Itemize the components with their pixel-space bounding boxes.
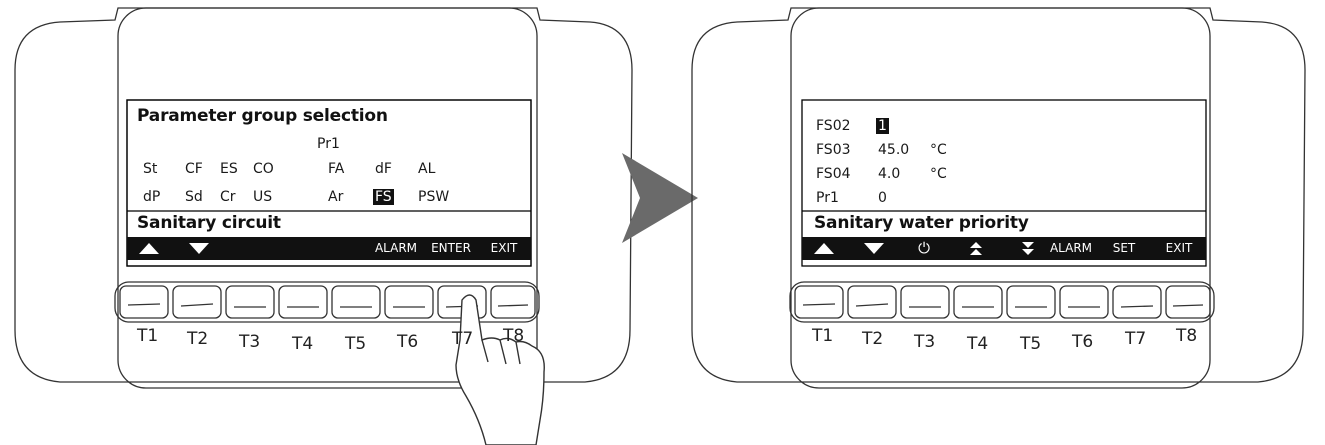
softkey-enter: ENTER — [431, 241, 471, 255]
softkey-set: SET — [1112, 241, 1136, 255]
down-arrow-icon — [189, 243, 209, 254]
key-label-t3: T3 — [914, 332, 936, 352]
left-current-group: Pr1 — [317, 136, 340, 152]
group-item[interactable]: CO — [253, 161, 274, 177]
key-label-t7: T7 — [1125, 329, 1147, 349]
key-label-t1: T1 — [812, 326, 834, 346]
param-value[interactable]: 45.0 — [878, 142, 909, 158]
key-label-t3: T3 — [239, 332, 261, 352]
key-label-t6: T6 — [1072, 332, 1094, 352]
group-item[interactable]: AL — [418, 161, 435, 177]
param-value[interactable]: 4.0 — [878, 166, 900, 182]
key-label-t4: T4 — [292, 334, 314, 354]
key-label-t6: T6 — [397, 332, 419, 352]
param-value[interactable]: 0 — [878, 190, 887, 206]
double-up-icon — [964, 237, 988, 260]
group-item[interactable]: FA — [328, 161, 344, 177]
param-code: Pr1 — [816, 190, 839, 206]
param-code: FS03 — [816, 142, 851, 158]
softkey-alarm: ALARM — [1049, 241, 1093, 255]
group-item[interactable]: US — [253, 189, 272, 205]
param-unit: °C — [930, 142, 947, 158]
right-device-housing — [691, 7, 1306, 389]
group-item[interactable]: dP — [143, 189, 160, 205]
key-label-t1: T1 — [137, 326, 159, 346]
group-item[interactable]: Sd — [185, 189, 203, 205]
up-arrow-icon — [139, 243, 159, 254]
softkey-exit: EXIT — [1165, 241, 1193, 255]
group-item[interactable]: ES — [220, 161, 238, 177]
double-down-icon — [1016, 237, 1040, 260]
left-lcd-title: Parameter group selection — [137, 106, 388, 126]
key-label-t5: T5 — [345, 334, 367, 354]
param-code: FS04 — [816, 166, 851, 182]
key-label-t8: T8 — [1176, 326, 1198, 346]
transition-arrow-icon — [622, 153, 698, 243]
right-keypad — [789, 281, 1215, 323]
key-label-t8: T8 — [503, 326, 525, 346]
group-item-selected[interactable]: FS — [373, 189, 394, 205]
group-item[interactable]: Cr — [220, 189, 236, 205]
down-arrow-icon — [864, 243, 884, 254]
softkey-exit: EXIT — [490, 241, 518, 255]
key-label-t2: T2 — [862, 329, 884, 349]
softkey-alarm: ALARM — [374, 241, 418, 255]
up-arrow-icon — [814, 243, 834, 254]
group-item[interactable]: St — [143, 161, 157, 177]
right-status-text: Sanitary water priority — [814, 213, 1029, 233]
power-icon: ⏻ — [918, 239, 930, 257]
param-unit: °C — [930, 166, 947, 182]
left-status-text: Sanitary circuit — [137, 213, 281, 233]
group-item[interactable]: dF — [375, 161, 392, 177]
key-label-t5: T5 — [1020, 334, 1042, 354]
key-label-t2: T2 — [187, 329, 209, 349]
key-label-t4: T4 — [967, 334, 989, 354]
group-item[interactable]: Ar — [328, 189, 343, 205]
right-softkey-bar: ⏻ ALARM SET EXIT — [802, 237, 1206, 260]
key-label-t7: T7 — [452, 329, 474, 349]
param-value-selected[interactable]: 1 — [876, 118, 889, 134]
left-device-housing — [14, 7, 633, 389]
group-item[interactable]: PSW — [418, 189, 449, 205]
param-code: FS02 — [816, 118, 851, 134]
left-softkey-bar: ALARM ENTER EXIT — [127, 237, 531, 260]
group-item[interactable]: CF — [185, 161, 203, 177]
